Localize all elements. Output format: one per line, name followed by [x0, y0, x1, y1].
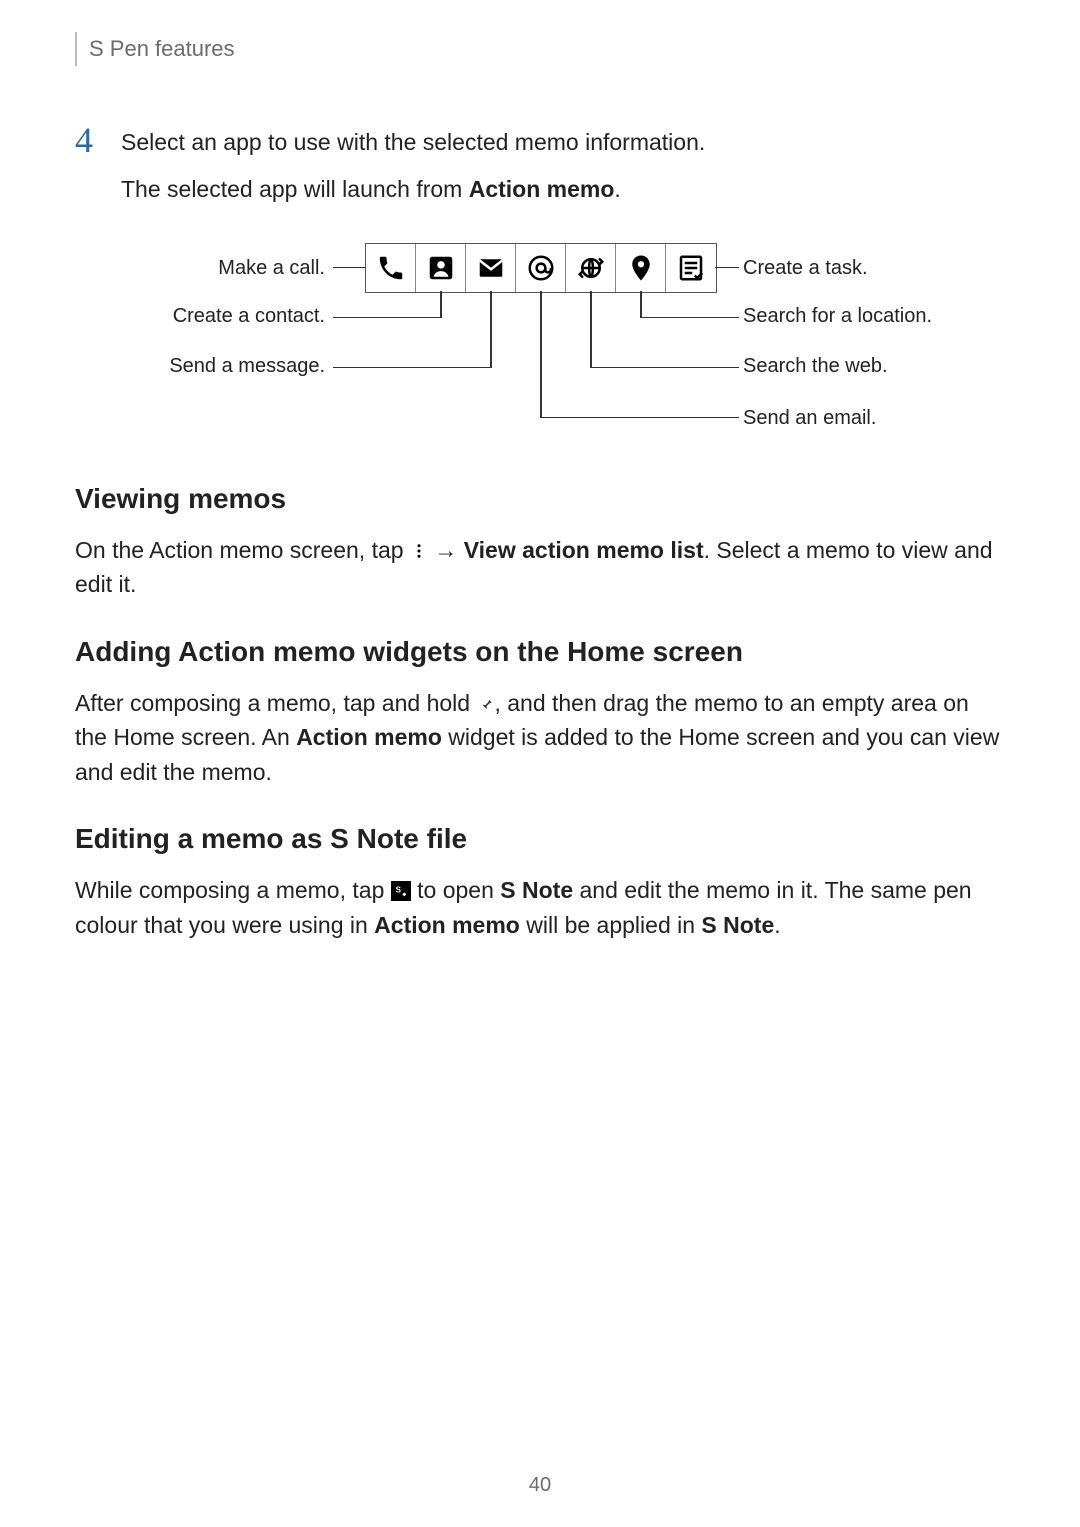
icon-toolbar: [365, 243, 717, 293]
connector-line: [590, 367, 739, 369]
label-create-task: Create a task.: [743, 257, 868, 280]
paragraph-viewing: On the Action memo screen, tap → View ac…: [75, 533, 1005, 602]
heading-editing-snote: Editing a memo as S Note file: [75, 823, 1005, 855]
connector-line: [640, 317, 739, 319]
label-send-email: Send an email.: [743, 407, 876, 430]
globe-arrows-icon: [566, 244, 616, 292]
connector-line: [440, 291, 442, 318]
step-line-1: Select an app to use with the selected m…: [121, 126, 1005, 159]
section-header: S Pen features: [75, 30, 1005, 66]
svg-text:S: S: [395, 886, 401, 895]
label-create-contact: Create a contact.: [173, 305, 325, 328]
heading-viewing-memos: Viewing memos: [75, 483, 1005, 515]
step-line-2: The selected app will launch from Action…: [121, 173, 1005, 206]
message-icon: [466, 244, 516, 292]
step-content: Select an app to use with the selected m…: [121, 126, 1005, 221]
label-send-message: Send a message.: [169, 355, 325, 378]
at-icon: [516, 244, 566, 292]
connector-line: [540, 417, 739, 419]
step-4: 4 Select an app to use with the selected…: [75, 126, 1005, 221]
location-pin-icon: [616, 244, 666, 292]
step-number: 4: [75, 122, 121, 158]
page-number: 40: [0, 1474, 1080, 1497]
section-label: S Pen features: [89, 36, 235, 62]
label-search-web: Search the web.: [743, 355, 888, 378]
connector-line: [333, 317, 440, 319]
paragraph-adding: After composing a memo, tap and hold , a…: [75, 686, 1005, 790]
pin-icon: [476, 688, 494, 706]
label-search-location: Search for a location.: [743, 305, 932, 328]
heading-adding-widgets: Adding Action memo widgets on the Home s…: [75, 636, 1005, 668]
s-note-icon: S: [391, 881, 411, 901]
connector-line: [490, 291, 492, 368]
paragraph-editing: While composing a memo, tap S to open S …: [75, 873, 1005, 942]
more-options-icon: [410, 535, 428, 553]
connector-line: [333, 267, 365, 269]
connector-line: [590, 291, 592, 368]
phone-icon: [366, 244, 416, 292]
header-marker: [75, 32, 77, 66]
label-make-call: Make a call.: [218, 257, 325, 280]
connector-line: [540, 291, 542, 418]
task-list-icon: [666, 244, 716, 292]
contact-icon: [416, 244, 466, 292]
connector-line: [715, 267, 739, 269]
page: S Pen features 4 Select an app to use wi…: [0, 0, 1080, 1527]
connector-line: [333, 367, 490, 369]
action-memo-icon-diagram: Make a call. Create a contact. Send a me…: [75, 243, 1005, 443]
connector-line: [640, 291, 642, 318]
